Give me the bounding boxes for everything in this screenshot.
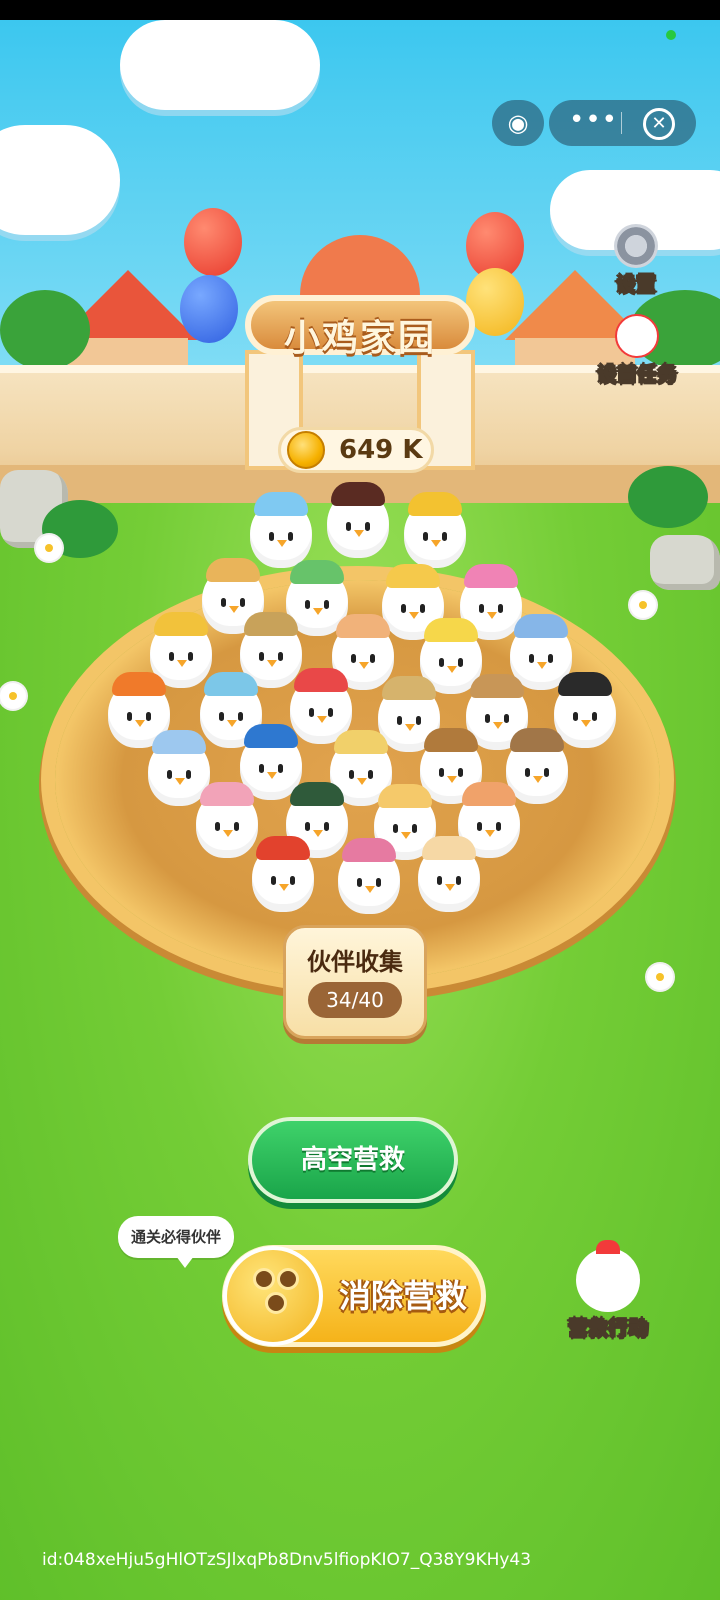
- flower: [0, 683, 26, 709]
- close-button[interactable]: ✕: [643, 108, 675, 140]
- footer-id: id:048xeHju5gHlOTzSJlxqPb8Dnv5lfiopKIO7_…: [42, 1550, 532, 1570]
- chick-character[interactable]: [554, 672, 616, 748]
- gear-icon: [614, 224, 658, 268]
- status-bar: [0, 0, 720, 20]
- puzzle-icon: [223, 1246, 323, 1346]
- coin-value: 649 K: [339, 435, 423, 465]
- capsule-divider: [621, 112, 622, 134]
- chick-character[interactable]: [418, 836, 480, 912]
- game-screen: 小鸡家园 649 K ◉ ••• ✕ 设置 设首任务 伙伴收集 34/40 高空…: [0, 20, 720, 1600]
- balloon-red: [184, 208, 242, 276]
- chick-icon: [615, 314, 659, 358]
- clear-rescue-label: 消除营救: [338, 1277, 467, 1315]
- rescue-action-button[interactable]: 营救行动: [558, 1240, 658, 1341]
- game-title: 小鸡家园: [283, 318, 436, 359]
- capsule-menu: ••• ✕: [549, 100, 696, 146]
- home-task-label: 设首任务: [597, 362, 678, 387]
- chick-character[interactable]: [327, 482, 389, 558]
- rescue-action-label: 营救行动: [568, 1316, 649, 1341]
- clear-rescue-button[interactable]: 消除营救: [222, 1245, 486, 1347]
- miniprogram-capsule: ◉ ••• ✕: [492, 100, 698, 146]
- chick-icon: [576, 1240, 640, 1312]
- settings-button[interactable]: 设置: [591, 224, 681, 297]
- chick-character[interactable]: [196, 782, 258, 858]
- chick-character[interactable]: [404, 492, 466, 568]
- chick-character[interactable]: [250, 492, 312, 568]
- settings-label: 设置: [616, 272, 657, 297]
- balloon-blue: [180, 275, 238, 343]
- flower: [647, 964, 673, 990]
- chick-character[interactable]: [252, 836, 314, 912]
- bush: [628, 466, 708, 528]
- bush: [0, 290, 90, 370]
- chick-character[interactable]: [338, 838, 400, 914]
- status-indicator-dot: [666, 30, 676, 40]
- gamepad-icon[interactable]: ◉: [492, 100, 544, 146]
- partner-tip-bubble: 通关必得伙伴: [118, 1216, 234, 1268]
- flower: [36, 535, 62, 561]
- rock: [650, 535, 720, 590]
- coin-icon: [287, 431, 325, 469]
- collection-count: 34/40: [308, 982, 402, 1018]
- coin-balance[interactable]: 649 K: [278, 427, 434, 473]
- more-button[interactable]: •••: [569, 105, 617, 135]
- home-task-button[interactable]: 设首任务: [592, 314, 682, 387]
- flower: [630, 592, 656, 618]
- cloud: [120, 20, 320, 110]
- partner-collection-card[interactable]: 伙伴收集 34/40: [283, 925, 427, 1039]
- collection-title: 伙伴收集: [307, 948, 403, 976]
- chick-character[interactable]: [506, 728, 568, 804]
- high-rescue-button[interactable]: 高空营救: [248, 1117, 458, 1203]
- cloud: [0, 125, 120, 235]
